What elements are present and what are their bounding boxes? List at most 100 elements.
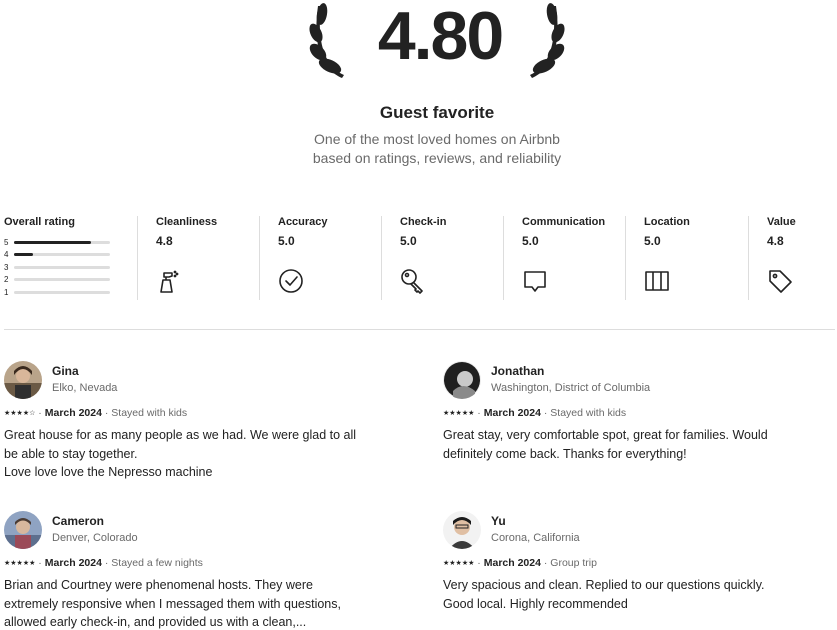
reviewer-name: Gina	[52, 364, 79, 378]
guest-favorite-hero: 4.80 Guest favorite One of the most love…	[0, 0, 837, 170]
rating-bar-row: 4	[4, 249, 124, 262]
rating-bar-track	[14, 253, 110, 257]
review-stars: ★★★★★	[443, 410, 475, 417]
review-date: March 2024	[483, 407, 541, 419]
review-line: Love love love the Nepresso machine	[4, 465, 213, 479]
rating-bar-track	[14, 290, 110, 294]
category-value: 5.0	[400, 234, 417, 248]
category-label: Cleanliness	[156, 216, 218, 228]
overall-rating: Overall rating 5 4 3 2 1	[4, 216, 124, 299]
review-meta: ★★★★★ · March 2024 · Stayed a few nights	[4, 557, 203, 569]
category-label: Value	[767, 216, 796, 228]
rating-bar-stars: 1	[4, 287, 9, 297]
review-stars: ★★★★☆	[4, 410, 36, 417]
meta-separator: ·	[35, 407, 45, 419]
avatar[interactable]	[443, 361, 481, 399]
rating-bar-stars: 3	[4, 262, 9, 272]
rating-distribution: 5 4 3 2 1	[4, 236, 124, 299]
review-meta: ★★★★☆ · March 2024 · Stayed with kids	[4, 407, 187, 419]
category-value: 4.8	[767, 234, 784, 248]
category-label: Communication	[522, 216, 606, 228]
review-stars: ★★★★★	[4, 560, 36, 567]
map-icon	[645, 271, 669, 291]
overall-score: 4.80	[377, 0, 504, 74]
rating-bar-track	[14, 278, 110, 282]
review-text: Brian and Courtney were phenomenal hosts…	[4, 576, 384, 630]
rating-bar-row: 5	[4, 236, 124, 249]
rating-bar-stars: 4	[4, 250, 9, 260]
review-date: March 2024	[44, 407, 102, 419]
category-value: Value 4.8	[748, 216, 837, 300]
category-location: Location 5.0	[625, 216, 748, 300]
rating-bar-stars: 2	[4, 275, 9, 285]
review-line: Great stay, very comfortable spot, great…	[443, 428, 768, 442]
category-value: 4.8	[156, 234, 173, 248]
subtitle-line: based on ratings, reviews, and reliabili…	[312, 150, 562, 166]
chat-bubble-icon	[524, 271, 546, 292]
review-meta: ★★★★★ · March 2024 · Stayed with kids	[443, 407, 626, 419]
review-line: Brian and Courtney were phenomenal hosts…	[4, 578, 313, 592]
rating-bar-track	[14, 240, 110, 244]
laurel-right-icon	[530, 3, 565, 78]
reviewer-location: Denver, Colorado	[52, 532, 138, 544]
category-accuracy: Accuracy 5.0	[259, 216, 381, 300]
stay-type: Stayed with kids	[550, 407, 627, 419]
review-line: Great house for as many people as we had…	[4, 428, 357, 442]
meta-separator: ·	[101, 407, 112, 419]
review-line: extremely responsive when I messaged the…	[4, 596, 341, 611]
review-date: March 2024	[483, 557, 541, 569]
guest-favorite-title: Guest favorite	[379, 103, 495, 122]
rating-bar-row: 1	[4, 286, 124, 299]
meta-separator: ·	[474, 557, 484, 569]
category-value: 5.0	[522, 234, 539, 248]
review-line: definitely come back. Thanks for everyth…	[443, 446, 687, 461]
review-line: Good local. Highly recommended	[443, 596, 628, 611]
review-text: Great house for as many people as we had…	[4, 426, 384, 482]
key-icon	[401, 269, 423, 294]
rating-bar-fill	[14, 253, 34, 257]
category-value: 5.0	[278, 234, 295, 248]
rating-bar-track	[14, 265, 110, 269]
check-circle-icon	[279, 269, 303, 293]
reviewer-name: Cameron	[52, 514, 105, 528]
reviewer-location: Washington, District of Columbia	[491, 382, 651, 394]
section-divider	[4, 329, 835, 330]
price-tag-icon	[769, 270, 792, 293]
category-cleanliness: Cleanliness 4.8	[137, 216, 259, 300]
category-label: Accuracy	[278, 216, 328, 228]
meta-separator: ·	[540, 557, 551, 569]
category-label: Check-in	[400, 216, 447, 228]
meta-separator: ·	[540, 407, 551, 419]
reviewer-location: Corona, California	[491, 532, 580, 544]
avatar[interactable]	[4, 361, 42, 399]
guest-favorite-subtitle: One of the most loved homes on Airbnb ba…	[0, 130, 837, 168]
ratings-breakdown: Overall rating 5 4 3 2 1 Cleanliness 4.8…	[0, 216, 837, 300]
meta-separator: ·	[474, 407, 484, 419]
rating-bar-row: 2	[4, 274, 124, 287]
rating-bar-row: 3	[4, 261, 124, 274]
rating-bar-stars: 5	[4, 237, 9, 247]
overall-rating-label: Overall rating	[4, 216, 75, 228]
spray-bottle-icon	[160, 270, 179, 293]
avatar[interactable]	[443, 511, 481, 549]
review-line: allowed early check-in, and provided us …	[4, 615, 307, 629]
stay-type: Stayed with kids	[111, 407, 188, 419]
category-communication: Communication 5.0	[503, 216, 625, 300]
subtitle-line: One of the most loved homes on Airbnb	[314, 131, 560, 147]
reviewer-location: Elko, Nevada	[52, 382, 118, 394]
category-label: Location	[644, 216, 690, 228]
meta-separator: ·	[101, 557, 112, 569]
reviewer-name: Yu	[491, 514, 506, 528]
avatar[interactable]	[4, 511, 42, 549]
category-check-in: Check-in 5.0	[381, 216, 503, 300]
meta-separator: ·	[35, 557, 45, 569]
review-meta: ★★★★★ · March 2024 · Group trip	[443, 557, 597, 569]
category-value: 5.0	[644, 234, 661, 248]
stay-type: Group trip	[550, 557, 597, 569]
reviewer-name: Jonathan	[491, 364, 545, 378]
rating-bar-fill	[14, 240, 91, 244]
review-text: Very spacious and clean. Replied to our …	[443, 576, 823, 613]
stay-type: Stayed a few nights	[111, 557, 203, 569]
review-line: be able to stay together.	[4, 446, 138, 461]
review-text: Great stay, very comfortable spot, great…	[443, 426, 823, 463]
